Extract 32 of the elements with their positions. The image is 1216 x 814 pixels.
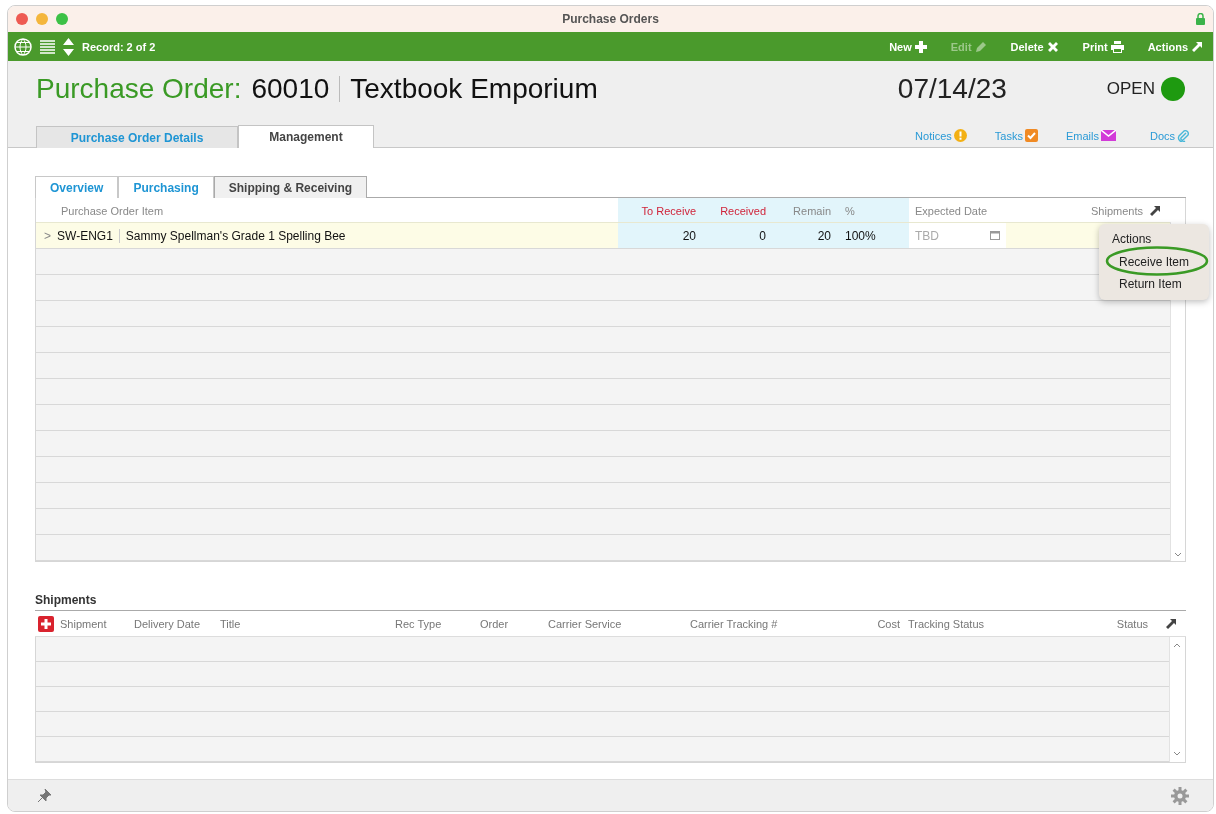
column-header: Title xyxy=(220,617,242,630)
order-date: 07/14/23 xyxy=(897,73,1007,105)
column-header: To Receive xyxy=(641,205,696,217)
column-header: Tracking Status xyxy=(908,617,985,630)
order-number: 60010 xyxy=(251,73,330,105)
table-cell: 20 xyxy=(682,228,696,243)
window-title: Purchase Orders xyxy=(562,12,659,26)
status-label: OPEN xyxy=(1106,79,1155,99)
column-header: Purchase Order Item xyxy=(61,205,164,217)
table-cell: 0 xyxy=(759,228,766,243)
column-header: Shipment xyxy=(60,617,108,630)
column-header: Received xyxy=(720,205,766,217)
table-cell: 100% xyxy=(845,228,876,243)
record-label: Purchase Order: xyxy=(36,73,242,105)
column-header: Carrier Tracking # xyxy=(690,617,779,630)
column-header: Cost xyxy=(876,617,901,630)
column-header: Carrier Service xyxy=(548,617,623,630)
column-header: Delivery Date xyxy=(134,617,202,630)
record-counter: Record: 2 of 2 xyxy=(82,40,156,53)
column-header: Remain xyxy=(793,205,831,217)
column-header: Expected Date xyxy=(915,205,988,217)
table-cell: 20 xyxy=(817,228,831,243)
vendor-name: Textbook Emporium xyxy=(350,73,598,105)
column-header: Shipments xyxy=(1091,205,1143,217)
column-header: Status xyxy=(1115,617,1149,630)
item-code: SW-ENG1 xyxy=(57,228,113,243)
column-header: Order xyxy=(480,617,510,630)
section-title: Shipments xyxy=(35,593,1186,611)
column-header: % xyxy=(845,205,855,217)
column-header: Rec Type xyxy=(395,617,443,630)
menu-title: Actions xyxy=(1112,232,1152,246)
item-name: Sammy Spellman's Grade 1 Spelling Bee xyxy=(125,228,346,243)
